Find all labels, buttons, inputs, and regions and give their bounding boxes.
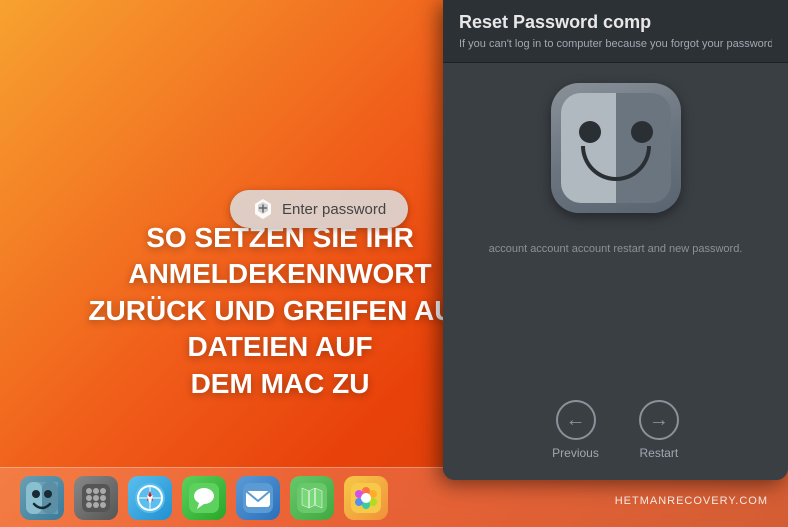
dock-finder[interactable] xyxy=(20,476,64,520)
dialog-subtitle: If you can't log in to computer because … xyxy=(459,37,772,52)
restart-button[interactable]: → Restart xyxy=(639,400,679,460)
dock-safari[interactable] xyxy=(128,476,172,520)
hetman-logo-icon xyxy=(252,198,274,220)
maps-dock-icon xyxy=(297,483,327,513)
launchpad-dock-icon xyxy=(82,484,110,512)
finder-dock-icon xyxy=(26,482,58,514)
dialog-body: account account account restart and new … xyxy=(443,63,788,258)
restart-label: Restart xyxy=(640,446,679,460)
website-url: HETMANRECOVERY.COM xyxy=(615,495,768,507)
dock-mail[interactable] xyxy=(236,476,280,520)
enter-password-button[interactable]: Enter password xyxy=(230,190,408,228)
dock-launchpad[interactable] xyxy=(74,476,118,520)
enter-password-label: Enter password xyxy=(282,201,386,218)
dialog-info-text: account account account restart and new … xyxy=(479,241,753,258)
finder-face xyxy=(551,83,681,213)
dock-maps[interactable] xyxy=(290,476,334,520)
finder-eye-left xyxy=(579,121,601,143)
dock-photos[interactable] xyxy=(344,476,388,520)
previous-label: Previous xyxy=(552,446,599,460)
finder-eye-right xyxy=(631,121,653,143)
dialog-buttons: ← Previous → Restart xyxy=(443,384,788,480)
photos-dock-icon xyxy=(351,483,381,513)
dialog-titlebar: Reset Password comp If you can't log in … xyxy=(443,0,788,63)
restart-circle-icon: → xyxy=(639,400,679,440)
dialog-title: Reset Password comp xyxy=(459,12,772,33)
previous-button[interactable]: ← Previous xyxy=(552,400,599,460)
dock-messages[interactable] xyxy=(182,476,226,520)
messages-dock-icon xyxy=(189,483,219,513)
finder-icon xyxy=(551,83,681,213)
previous-circle-icon: ← xyxy=(556,400,596,440)
finder-face-inner xyxy=(561,93,671,203)
mail-dock-icon xyxy=(243,483,273,513)
reset-password-dialog: Reset Password comp If you can't log in … xyxy=(443,0,788,480)
safari-dock-icon xyxy=(135,483,165,513)
